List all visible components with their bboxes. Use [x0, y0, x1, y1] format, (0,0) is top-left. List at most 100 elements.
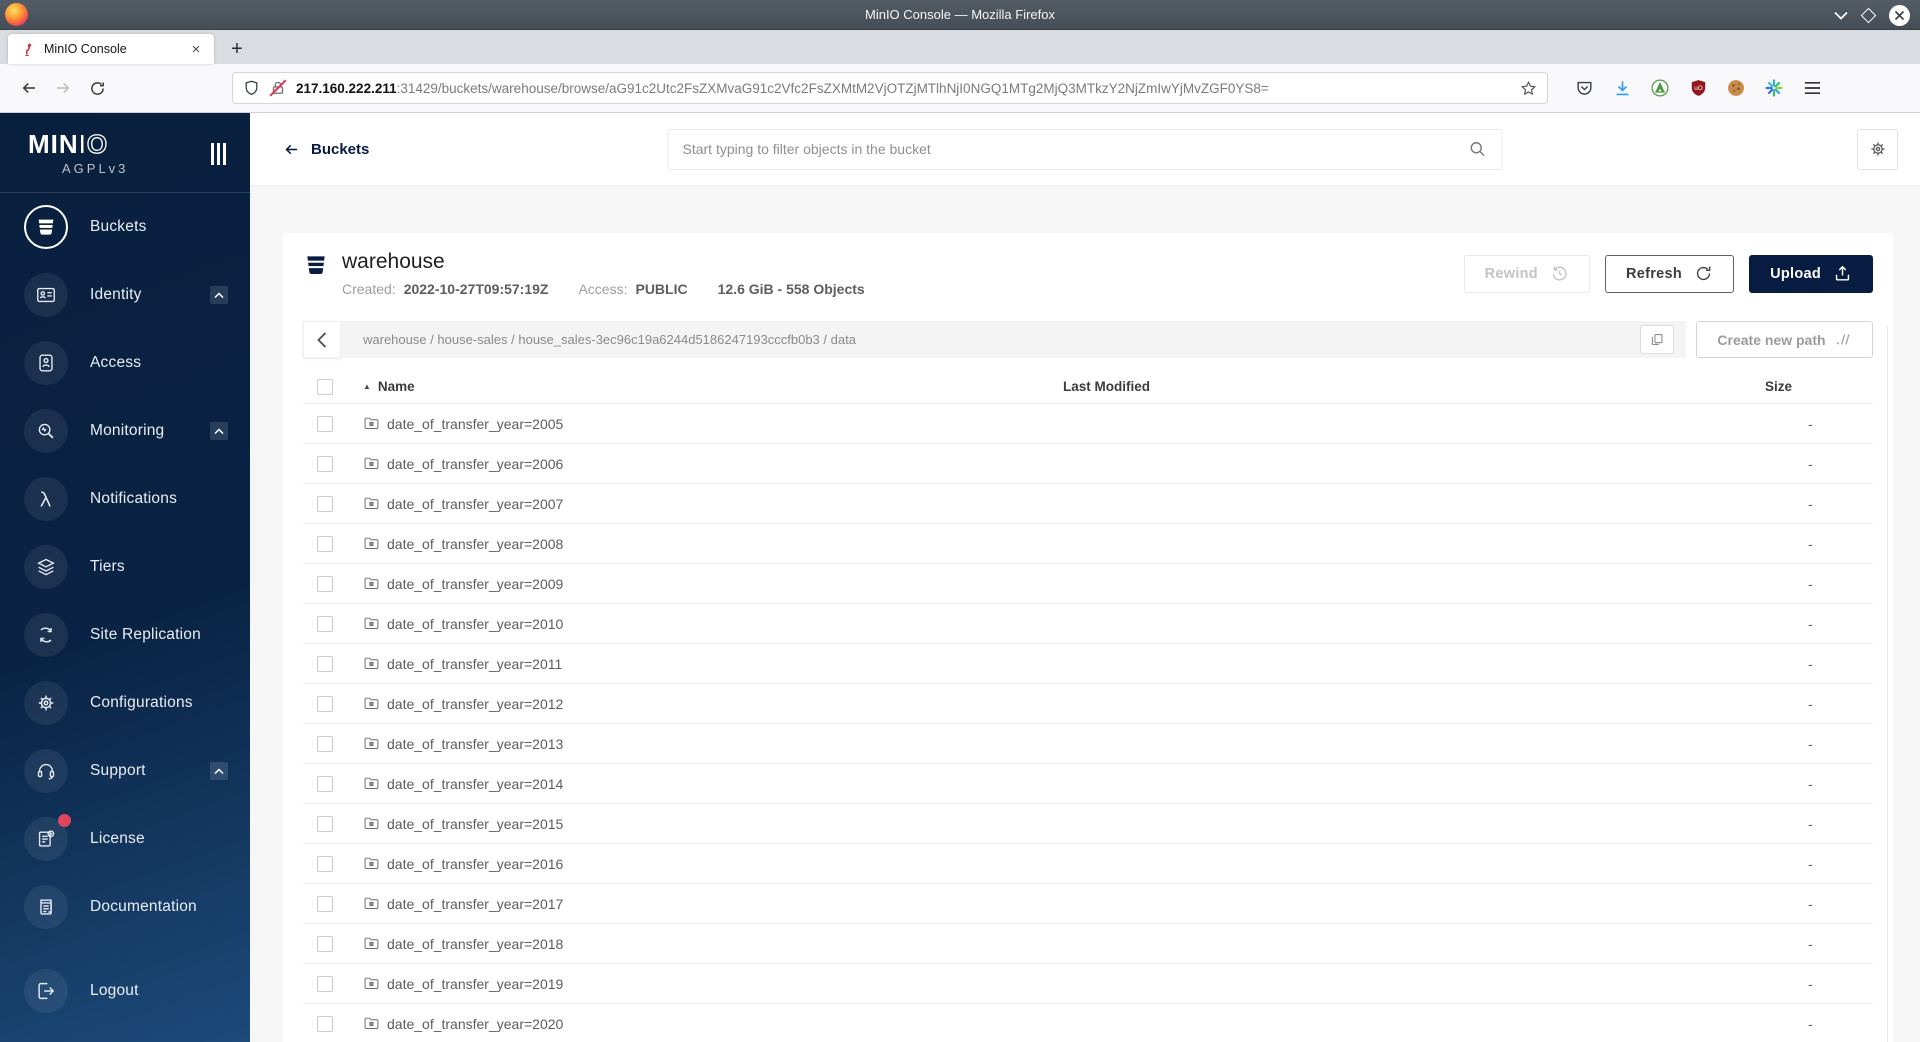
bookmark-star-icon[interactable]	[1520, 80, 1537, 97]
row-checkbox[interactable]	[317, 495, 333, 512]
refresh-button[interactable]: Refresh	[1604, 254, 1735, 293]
column-last-modified[interactable]: Last Modified	[1063, 379, 1763, 394]
sidebar-item-notifications[interactable]: Notifications	[0, 465, 250, 533]
insecure-connection-lock-icon[interactable]	[269, 79, 287, 97]
table-row[interactable]: date_of_transfer_year=2007 -	[303, 484, 1873, 524]
pocket-icon[interactable]	[1573, 77, 1595, 99]
table-row[interactable]: date_of_transfer_year=2008 -	[303, 524, 1873, 564]
object-name-label[interactable]: date_of_transfer_year=2008	[387, 536, 563, 552]
object-name-label[interactable]: date_of_transfer_year=2013	[387, 736, 563, 752]
tracking-protection-shield-icon[interactable]	[243, 79, 260, 97]
row-checkbox[interactable]	[317, 695, 333, 712]
reload-button[interactable]	[80, 72, 114, 104]
table-row[interactable]: date_of_transfer_year=2014 -	[303, 764, 1873, 804]
table-row[interactable]: date_of_transfer_year=2011 -	[303, 644, 1873, 684]
ublock-origin-icon[interactable]: uO	[1687, 77, 1709, 99]
table-row[interactable]: date_of_transfer_year=2018 -	[303, 924, 1873, 964]
column-size[interactable]: Size	[1763, 379, 1873, 394]
tab-close-icon[interactable]: ×	[186, 39, 206, 59]
settings-gear-button[interactable]	[1857, 128, 1898, 170]
row-checkbox[interactable]	[317, 655, 333, 672]
row-checkbox[interactable]	[317, 975, 333, 992]
table-row[interactable]: date_of_transfer_year=2005 -	[303, 404, 1873, 444]
window-close-icon[interactable]	[1889, 4, 1910, 26]
object-name-label[interactable]: date_of_transfer_year=2009	[387, 576, 563, 592]
table-row[interactable]: date_of_transfer_year=2012 -	[303, 684, 1873, 724]
new-tab-button[interactable]: +	[222, 34, 252, 64]
table-row[interactable]: date_of_transfer_year=2016 -	[303, 844, 1873, 884]
sidebar-item-license[interactable]: License	[0, 805, 250, 873]
search-input[interactable]	[682, 141, 1468, 157]
support-collapse-chevron-icon[interactable]	[210, 762, 228, 780]
sidebar-item-monitoring[interactable]: Monitoring	[0, 397, 250, 465]
row-checkbox[interactable]	[317, 775, 333, 792]
object-name-label[interactable]: date_of_transfer_year=2015	[387, 816, 563, 832]
table-row[interactable]: date_of_transfer_year=2015 -	[303, 804, 1873, 844]
sidebar-item-documentation[interactable]: Documentation	[0, 873, 250, 941]
select-all-checkbox[interactable]	[317, 378, 333, 395]
object-name-label[interactable]: date_of_transfer_year=2006	[387, 456, 563, 472]
url-bar[interactable]: 217.160.222.211:31429/buckets/warehouse/…	[232, 72, 1548, 104]
forward-button[interactable]	[46, 72, 80, 104]
row-checkbox[interactable]	[317, 535, 333, 552]
object-name-label[interactable]: date_of_transfer_year=2010	[387, 616, 563, 632]
breadcrumb[interactable]: warehouse / house-sales / house_sales-3e…	[363, 332, 856, 347]
upload-button[interactable]: Upload	[1749, 254, 1873, 293]
back-button[interactable]	[12, 72, 46, 104]
object-name-label[interactable]: date_of_transfer_year=2019	[387, 976, 563, 992]
table-row[interactable]: date_of_transfer_year=2009 -	[303, 564, 1873, 604]
object-name-label[interactable]: date_of_transfer_year=2016	[387, 856, 563, 872]
rewind-button[interactable]: Rewind	[1463, 254, 1590, 293]
sidebar-item-buckets[interactable]: Buckets	[0, 193, 250, 261]
object-name-label[interactable]: date_of_transfer_year=2007	[387, 496, 563, 512]
access-value[interactable]: PUBLIC	[635, 281, 687, 297]
row-checkbox[interactable]	[317, 615, 333, 632]
object-name-label[interactable]: date_of_transfer_year=2005	[387, 416, 563, 432]
monitoring-collapse-chevron-icon[interactable]	[210, 422, 228, 440]
cookie-icon[interactable]	[1725, 77, 1747, 99]
row-checkbox[interactable]	[317, 735, 333, 752]
table-row[interactable]: date_of_transfer_year=2006 -	[303, 444, 1873, 484]
object-name-label[interactable]: date_of_transfer_year=2018	[387, 936, 563, 952]
object-name-label[interactable]: date_of_transfer_year=2014	[387, 776, 563, 792]
row-checkbox[interactable]	[317, 815, 333, 832]
sidebar-item-tiers[interactable]: Tiers	[0, 533, 250, 601]
row-checkbox[interactable]	[317, 415, 333, 432]
menu-hamburger-icon[interactable]	[1801, 77, 1823, 99]
sidebar-collapse-icon[interactable]	[211, 143, 226, 165]
extension-pinwheel-icon[interactable]	[1763, 77, 1785, 99]
column-name[interactable]: ▲ Name	[347, 379, 1063, 394]
object-name-label[interactable]: date_of_transfer_year=2011	[387, 656, 562, 672]
object-name-label[interactable]: date_of_transfer_year=2017	[387, 896, 563, 912]
row-checkbox[interactable]	[317, 935, 333, 952]
identity-collapse-chevron-icon[interactable]	[210, 286, 228, 304]
sidebar-item-site-replication[interactable]: Site Replication	[0, 601, 250, 669]
path-back-button[interactable]	[303, 321, 341, 358]
sidebar-item-access[interactable]: Access	[0, 329, 250, 397]
row-checkbox[interactable]	[317, 855, 333, 872]
browser-tab-minio-console[interactable]: MinIO Console ×	[8, 34, 214, 64]
copy-path-button[interactable]	[1640, 325, 1674, 354]
sidebar-item-logout[interactable]: Logout	[0, 957, 250, 1025]
table-row[interactable]: date_of_transfer_year=2010 -	[303, 604, 1873, 644]
url-text[interactable]: 217.160.222.211:31429/buckets/warehouse/…	[296, 81, 1511, 96]
window-minimize-icon[interactable]	[1834, 11, 1848, 20]
table-row[interactable]: date_of_transfer_year=2017 -	[303, 884, 1873, 924]
object-name-label[interactable]: date_of_transfer_year=2020	[387, 1016, 563, 1032]
table-row[interactable]: date_of_transfer_year=2013 -	[303, 724, 1873, 764]
row-checkbox[interactable]	[317, 575, 333, 592]
table-row[interactable]: date_of_transfer_year=2020 -	[303, 1004, 1873, 1042]
window-maximize-icon[interactable]	[1860, 7, 1877, 23]
back-to-buckets-link[interactable]: Buckets	[283, 141, 369, 158]
sidebar-item-support[interactable]: Support	[0, 737, 250, 805]
object-name-label[interactable]: date_of_transfer_year=2012	[387, 696, 563, 712]
table-row[interactable]: date_of_transfer_year=2019 -	[303, 964, 1873, 1004]
sidebar-item-configurations[interactable]: Configurations	[0, 669, 250, 737]
row-checkbox[interactable]	[317, 895, 333, 912]
sidebar-item-identity[interactable]: Identity	[0, 261, 250, 329]
privacy-badger-icon[interactable]	[1649, 77, 1671, 99]
create-new-path-button[interactable]: Create new path	[1696, 321, 1873, 358]
scrollbar-rail[interactable]	[1887, 326, 1888, 1042]
download-icon[interactable]	[1611, 77, 1633, 99]
row-checkbox[interactable]	[317, 1015, 333, 1032]
